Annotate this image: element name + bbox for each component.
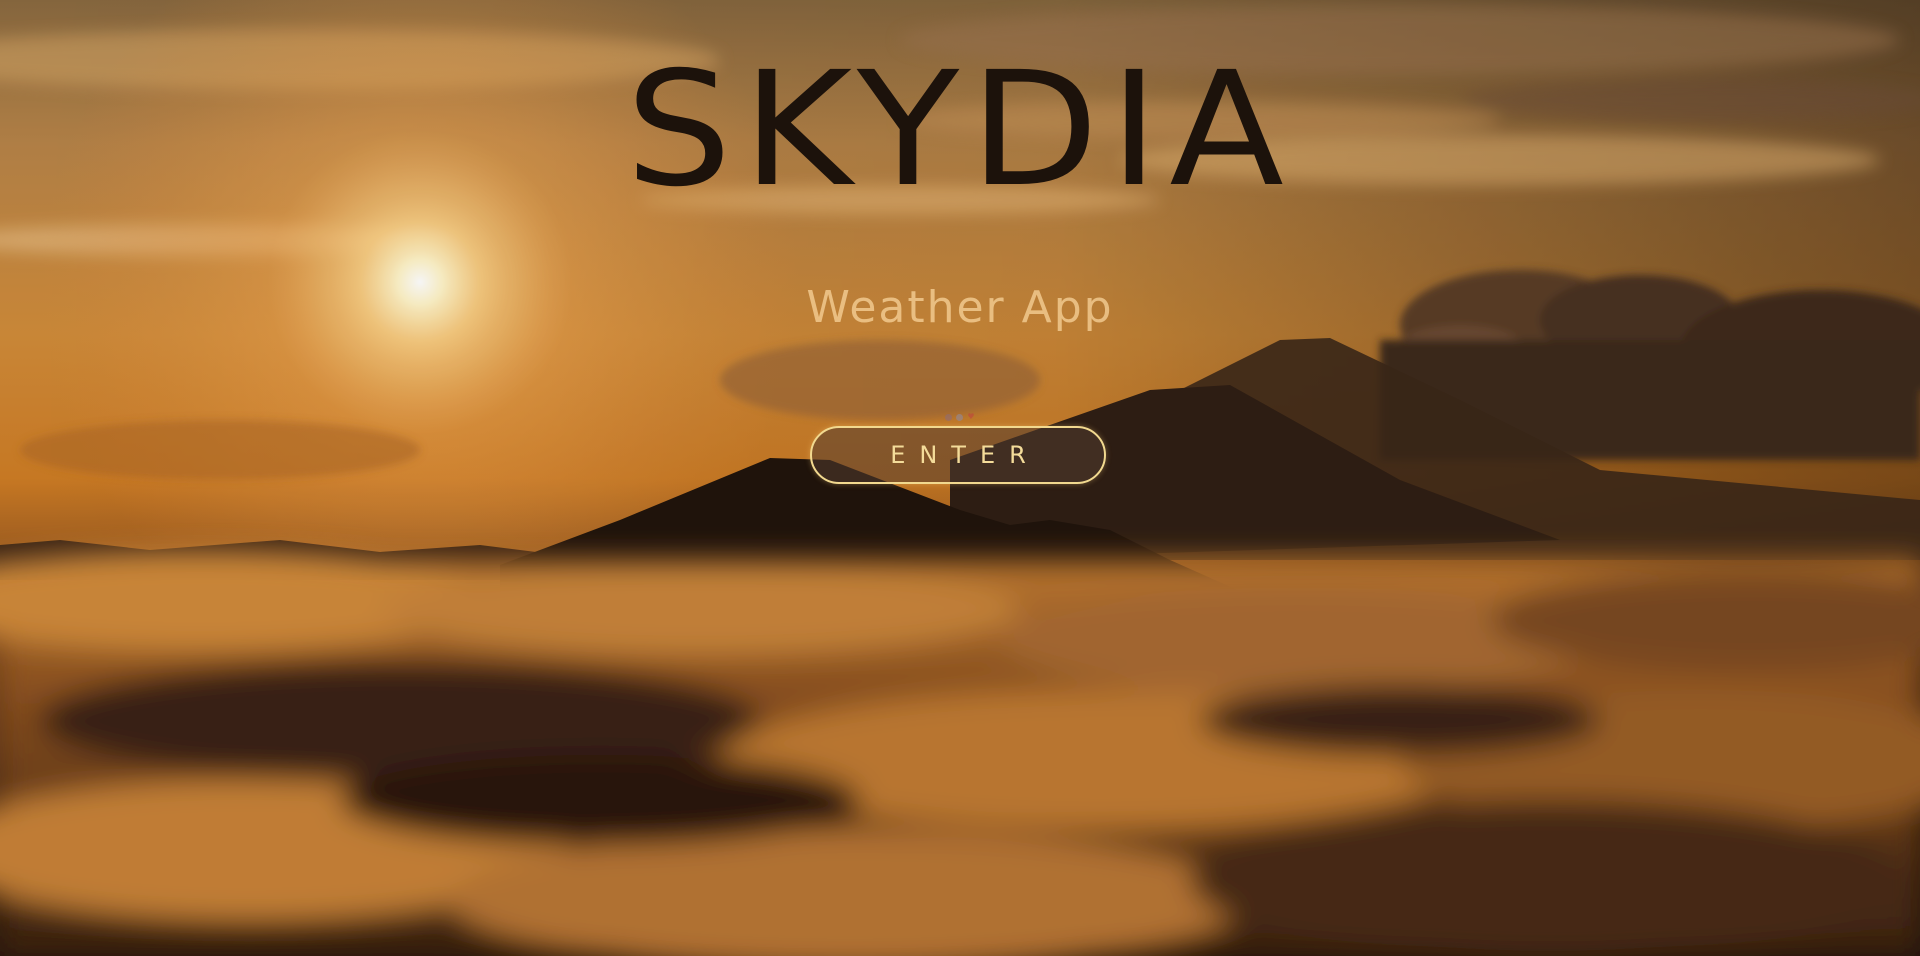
app-subtitle: Weather App (806, 282, 1114, 333)
landing-page: SKYDIA Weather App ♥ ENTER (0, 0, 1920, 956)
credit-line: ♥ (890, 410, 1030, 424)
globe-icon (956, 413, 964, 421)
enter-button[interactable]: ENTER (810, 426, 1106, 484)
avatar-icon (945, 413, 953, 421)
heart-icon: ♥ (967, 412, 975, 421)
app-title: SKYDIA (625, 38, 1295, 222)
